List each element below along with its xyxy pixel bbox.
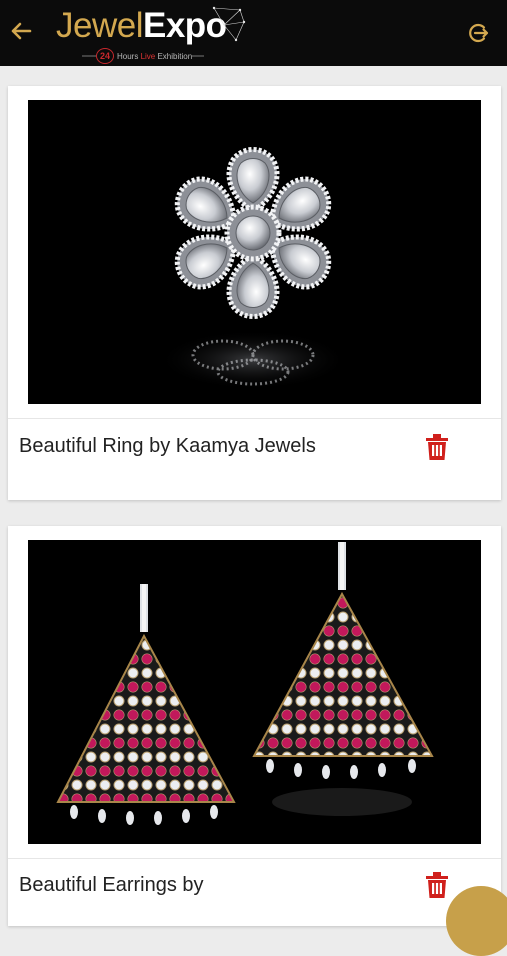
logo-jewel-text: Jewel [56,6,143,45]
logo-wordmark: JewelExpo [56,6,227,46]
floating-action-button[interactable] [446,886,507,956]
app-header: JewelExpo 24 Hours Live Exhibition [0,0,507,66]
ring-image [158,147,348,390]
product-card[interactable]: Beautiful Ring by Kaamya Jewels [8,86,501,500]
product-image[interactable] [28,540,481,844]
badge-24: 24 [96,48,114,64]
trash-icon[interactable] [426,434,448,460]
logo-tagline-row: 24 Hours Live Exhibition [82,47,205,65]
product-image[interactable] [28,100,481,404]
back-arrow-icon[interactable] [6,16,36,46]
earrings-image [56,542,434,825]
tagline: Hours Live Exhibition [117,52,192,61]
tagline-rule-right [192,55,205,57]
product-card[interactable]: Beautiful Earrings by [8,526,501,926]
product-title: Beautiful Ring by Kaamya Jewels [19,435,316,457]
tagline-live: Live [140,51,156,61]
tagline-suffix: Exhibition [155,51,193,61]
product-title: Beautiful Earrings by [19,874,204,896]
card-divider [8,858,501,859]
sparkle-icon [212,6,246,42]
tagline-prefix: Hours [117,51,141,61]
tagline-rule-left [82,55,96,57]
logout-icon[interactable] [465,20,491,46]
card-divider [8,418,501,419]
trash-icon[interactable] [426,872,448,898]
jewel-expo-logo: JewelExpo 24 Hours Live Exhibition [52,6,252,64]
